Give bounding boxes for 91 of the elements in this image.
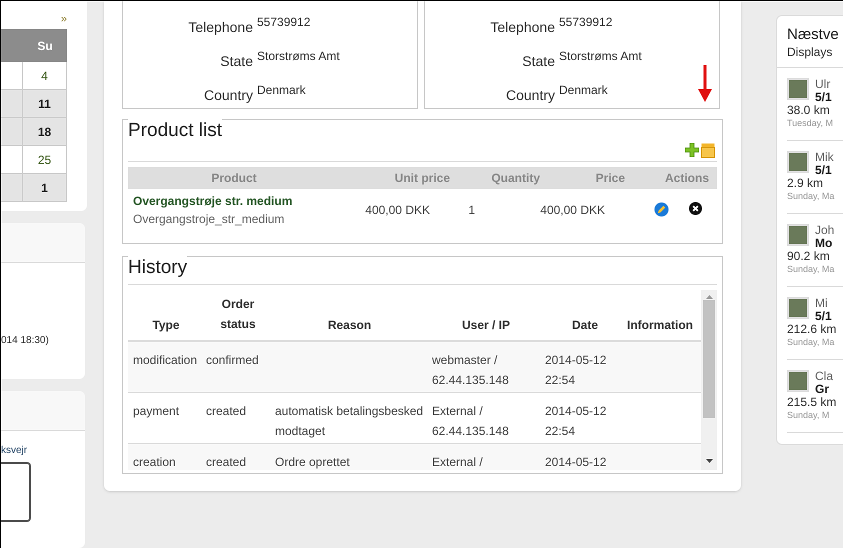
column-header: Price (594, 170, 625, 186)
field-value: Denmark (257, 82, 306, 99)
history-cell-text: External / (432, 454, 484, 470)
history-cell-text: payment (132, 403, 180, 420)
calendar-cell[interactable] (1, 174, 23, 201)
column-header: Unit price (394, 170, 450, 186)
field-value: 55739912 (559, 14, 612, 31)
activity-date: Sunday, M (787, 409, 830, 422)
field-label: State (219, 52, 253, 71)
price: 400,00 DKK (539, 202, 605, 218)
delete-icon[interactable] (689, 202, 702, 215)
activity-date: Sunday, Ma (787, 263, 836, 276)
quantity: 1 (467, 202, 476, 218)
history-cell-text: 2014-05-12 (545, 403, 608, 420)
distance: 90.2 km (787, 250, 831, 263)
field-value: Denmark (559, 82, 608, 99)
activity-title[interactable]: Gr (815, 383, 834, 396)
activity-title[interactable]: 5/1 (815, 164, 834, 177)
column-header: Actions (664, 170, 709, 186)
next-link[interactable]: » (60, 13, 67, 25)
history-cell-text: 62.44.135.148 (432, 423, 510, 440)
history-cell-text: External / (432, 403, 484, 420)
panel-text: 014 18:30) (1, 334, 50, 348)
column-header: Product (210, 170, 258, 186)
athlete-name[interactable]: Mik (815, 151, 834, 164)
activity-date: Sunday, Ma (787, 336, 836, 349)
arrow-icon (697, 65, 713, 103)
history-cell-text: created (205, 454, 248, 470)
field-label: Country (504, 86, 555, 105)
field-value: Storstrøms Amt (559, 48, 642, 65)
photo-placeholder (787, 151, 809, 173)
history-cell-text: 22:54 (545, 423, 576, 440)
athlete-name[interactable]: Mi (815, 297, 832, 310)
photo-placeholder (787, 370, 809, 392)
history-cell-text: creation (132, 454, 177, 470)
distance: 38.0 km (787, 104, 831, 117)
history-cell-text: 2014-05-12 (545, 352, 608, 369)
history-cell: automatisk betalingsbesked modtaget (275, 404, 424, 438)
history-cell-text: webmaster / (432, 352, 498, 369)
column-header: Information (626, 317, 694, 334)
day-header: Su (36, 38, 54, 54)
calendar-cell[interactable] (1, 90, 23, 117)
athlete-name[interactable]: Joh (815, 224, 834, 237)
column-header: Date (570, 317, 599, 334)
distance: 215.5 km (787, 396, 838, 409)
calendar-day[interactable]: 18 (23, 118, 67, 145)
distance: 2.9 km (787, 177, 824, 190)
column-header: Reason (326, 317, 372, 334)
history-cell-text: modification (132, 352, 198, 369)
panel-subtitle: Displays (787, 44, 834, 61)
photo-placeholder (787, 78, 809, 100)
column-header: Order status (219, 296, 257, 333)
history-cell-text: 22:54 (545, 372, 576, 389)
activity-title[interactable]: Mo (815, 237, 834, 250)
edit-icon[interactable] (654, 202, 669, 217)
field-value: Storstrøms Amt (257, 48, 340, 65)
calendar-cell[interactable] (1, 118, 23, 145)
calendar-day[interactable]: 1 (23, 174, 67, 201)
field-label: State (521, 52, 555, 71)
field-label: Telephone (489, 18, 555, 37)
product-sku: Overgangstroje_str_medium (133, 210, 286, 228)
column-header: Quantity (490, 170, 540, 186)
history-cell-text: 62.44.135.148 (432, 372, 510, 389)
unit-price: 400,00 DKK (364, 202, 430, 218)
distance: 212.6 km (787, 323, 838, 336)
athlete-name[interactable]: Cla (815, 370, 834, 383)
activity-date: Tuesday, M (787, 117, 834, 130)
panel-title: Næstve (787, 27, 840, 43)
history-cell-text: 2014-05-12 (545, 454, 608, 470)
activity-title[interactable]: 5/1 (815, 91, 832, 104)
scroll-down-icon[interactable] (706, 459, 712, 463)
history-cell-text: confirmed (205, 352, 260, 369)
map-frame (1, 462, 31, 522)
field-value: 55739912 (257, 14, 310, 31)
photo-placeholder (787, 297, 809, 319)
athlete-name[interactable]: Ulr (815, 78, 832, 91)
plus-icon[interactable] (685, 142, 699, 156)
column-header: Type (151, 317, 181, 334)
calendar-day[interactable]: 11 (23, 90, 67, 117)
box-icon[interactable] (701, 142, 715, 158)
activity-title[interactable]: 5/1 (815, 310, 832, 323)
photo-placeholder (787, 224, 809, 246)
column-header: User / IP (460, 317, 512, 334)
field-label: Country (202, 86, 253, 105)
map-link[interactable]: ksvejr (1, 443, 85, 458)
history-cell: Ordre oprettet (275, 455, 350, 469)
history-cell-text: created (205, 403, 248, 420)
activity-date: Sunday, Ma (787, 190, 836, 203)
field-label: Telephone (187, 18, 253, 37)
scrollbar-thumb[interactable] (703, 300, 715, 418)
product-name[interactable]: Overgangstrøje str. medium (133, 192, 340, 210)
